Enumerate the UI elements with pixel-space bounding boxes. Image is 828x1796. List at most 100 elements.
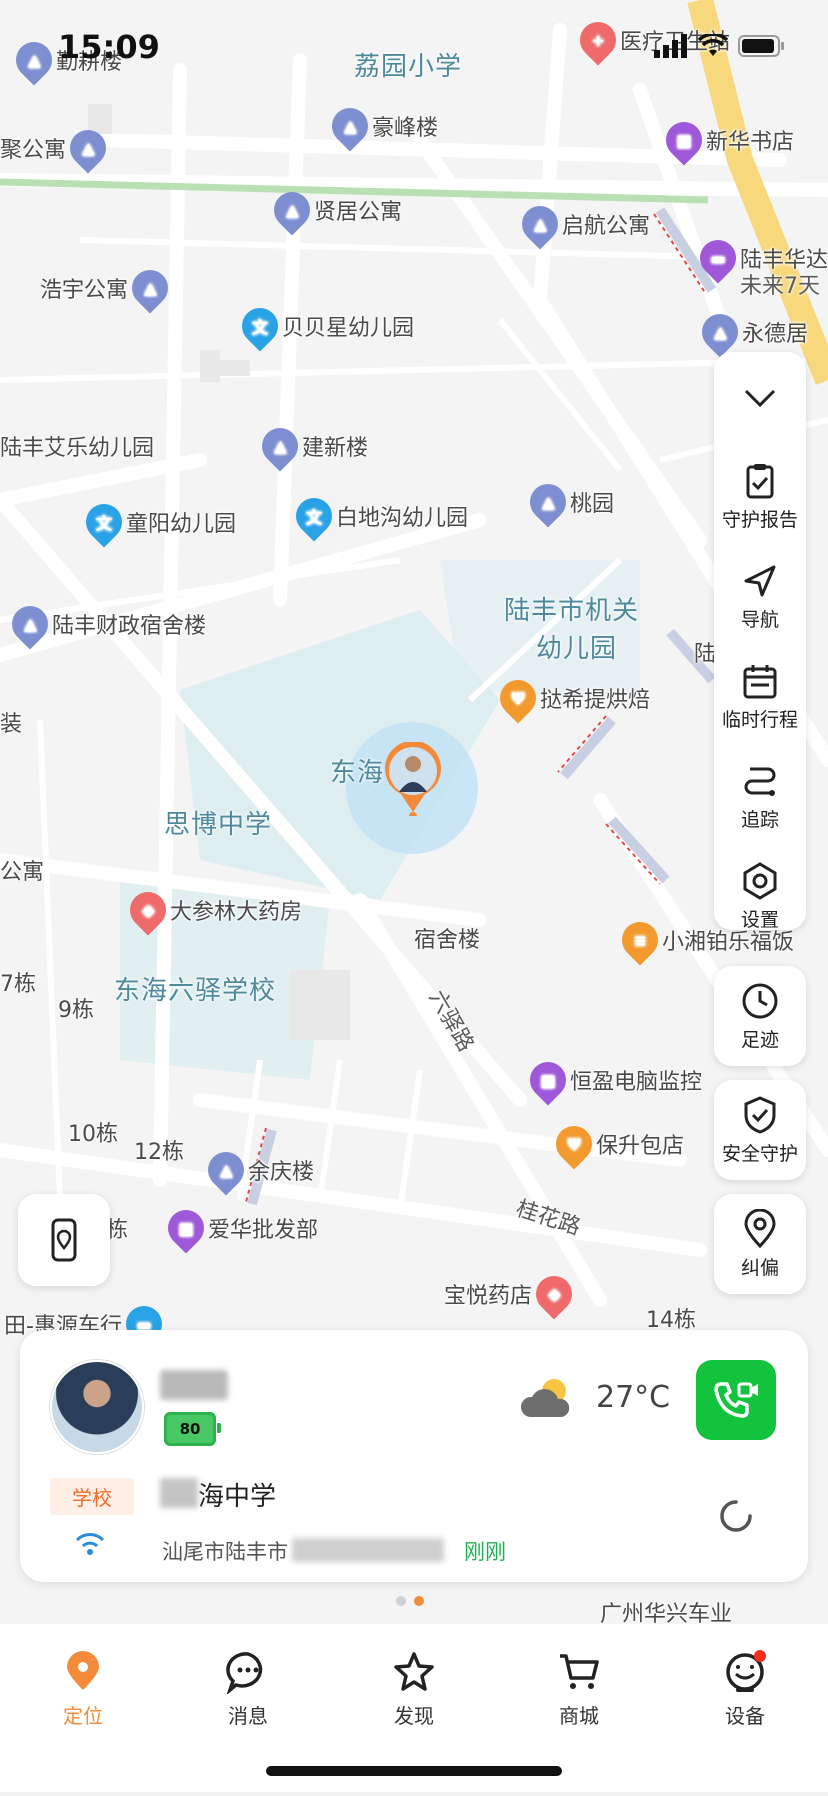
chevron-down-icon: [744, 389, 776, 408]
map-poi[interactable]: ▲ 豪峰楼: [324, 100, 438, 152]
map-poi[interactable]: ◆ 大参林大药房: [122, 884, 302, 936]
map-poi[interactable]: ▲ 贤居公寓: [266, 184, 402, 236]
battery-badge: 80: [164, 1412, 221, 1446]
device-info-card[interactable]: 80 27°C 学校 海中学 汕尾市陆丰市 刚刚: [20, 1330, 808, 1582]
device-location-marker[interactable]: [384, 740, 442, 820]
track-label: 追踪: [740, 808, 779, 831]
correct-location-button[interactable]: 纠偏: [714, 1194, 806, 1294]
map-poi[interactable]: 装: [0, 706, 22, 738]
tab-label: 商城: [559, 1704, 599, 1728]
map-poi[interactable]: 陆丰艾乐幼儿园: [0, 430, 154, 462]
temp-schedule-button[interactable]: 临时行程: [714, 646, 806, 746]
device-name-blurred: [160, 1370, 228, 1400]
map-poi[interactable]: 7栋: [0, 966, 36, 998]
settings-button[interactable]: 设置: [714, 846, 806, 946]
map-poi[interactable]: 文白地沟幼儿园: [288, 490, 468, 542]
tab-messages[interactable]: 消息: [193, 1650, 303, 1729]
settings-label: 设置: [740, 908, 779, 931]
map-poi[interactable]: 聚公寓 ▲: [0, 122, 114, 174]
route-icon: [744, 767, 776, 796]
area-label: 思博中学: [164, 810, 273, 840]
map-poi[interactable]: ▲ 启航公寓: [514, 198, 650, 250]
phone-location-icon: [51, 1218, 77, 1262]
area-label: 陆丰市机关: [504, 596, 640, 626]
map-poi[interactable]: 公寓: [0, 854, 44, 886]
map-poi[interactable]: 陆: [694, 636, 716, 668]
home-indicator: [266, 1766, 562, 1776]
tab-location[interactable]: 定位: [28, 1650, 138, 1729]
settings-hexagon-icon: [743, 861, 777, 900]
footprint-button[interactable]: 足迹: [714, 966, 806, 1066]
wifi-status-icon: [698, 34, 728, 56]
map-poi[interactable]: ▲ 永德居: [694, 306, 808, 358]
map-poi[interactable]: ▲ 陆丰财政宿舍楼: [4, 598, 206, 650]
map-poi[interactable]: 文贝贝星幼儿园: [234, 300, 414, 352]
device-icon: [726, 1650, 766, 1692]
avatar[interactable]: [50, 1360, 144, 1454]
report-button[interactable]: 守护报告: [714, 446, 806, 546]
tab-shop[interactable]: 商城: [524, 1650, 634, 1729]
locate-device-button[interactable]: [18, 1194, 110, 1286]
map-poi[interactable]: 宝悦药店 ◆: [444, 1268, 580, 1320]
status-time: 15:09: [58, 28, 160, 66]
update-time: 刚刚: [464, 1540, 506, 1564]
map-poi[interactable]: Ψ 挞希提烘焙: [492, 672, 650, 724]
area-label: 东海六驿学校: [114, 976, 277, 1006]
shield-check-icon: [744, 1095, 776, 1134]
map-poi[interactable]: 浩宇公寓 ▲: [40, 262, 176, 314]
map-poi[interactable]: 9栋: [58, 992, 94, 1024]
collapse-button[interactable]: [714, 352, 806, 446]
battery-status-icon: [738, 35, 784, 57]
address-text: 汕尾市陆丰市: [162, 1540, 288, 1564]
location-icon: [67, 1651, 99, 1690]
calendar-icon: [743, 664, 777, 698]
star-icon: [394, 1652, 434, 1691]
tab-label: 发现: [394, 1704, 434, 1728]
map-poi[interactable]: ▲ 桃园: [522, 476, 614, 528]
correct-label: 纠偏: [740, 1256, 779, 1279]
tab-label: 消息: [228, 1704, 268, 1728]
map-poi[interactable]: ▲ 余庆楼: [200, 1144, 314, 1196]
tab-discover[interactable]: 发现: [359, 1650, 469, 1729]
map-poi[interactable]: ■ 恒盈电脑监控: [522, 1054, 702, 1106]
map-poi[interactable]: ▲ 建新楼: [254, 420, 368, 472]
navigate-label: 导航: [740, 608, 779, 631]
safety-label: 安全守护: [721, 1142, 798, 1165]
navigate-button[interactable]: 导航: [714, 546, 806, 646]
temp-schedule-label: 临时行程: [721, 708, 798, 731]
video-call-button[interactable]: [696, 1360, 776, 1440]
page-dot: [396, 1596, 406, 1606]
page-indicator: [396, 1596, 424, 1606]
map-poi[interactable]: 10栋: [68, 1116, 118, 1148]
clipboard-check-icon: [746, 463, 774, 498]
phone-video-icon: [714, 1382, 758, 1418]
navigation-arrow-icon: [744, 565, 776, 596]
cart-icon: [560, 1654, 599, 1689]
track-button[interactable]: 追踪: [714, 746, 806, 846]
report-label: 守护报告: [721, 508, 798, 531]
map-poi[interactable]: ■ 新华书店: [658, 114, 794, 166]
area-label: 荔园小学: [354, 52, 463, 82]
map-poi[interactable]: 宿舍楼: [414, 922, 480, 954]
map-poi-label: 未来7天: [740, 274, 820, 299]
map-poi[interactable]: Ψ 保升包店: [548, 1118, 684, 1170]
map-poi[interactable]: ■ 爱华批发部: [160, 1202, 318, 1254]
map-poi[interactable]: 12栋: [134, 1134, 184, 1166]
map-poi[interactable]: 文童阳幼儿园: [78, 496, 236, 548]
area-label: 东海: [330, 758, 385, 788]
signal-icon: [654, 34, 687, 58]
tab-label: 设备: [725, 1704, 765, 1728]
tab-device[interactable]: 设备: [690, 1650, 800, 1729]
location-name-blurred: [160, 1478, 198, 1508]
location-type-tag: 学校: [50, 1478, 134, 1515]
status-icons: [654, 34, 786, 58]
footprint-label: 足迹: [740, 1028, 779, 1051]
page-dot-active: [414, 1596, 424, 1606]
map-pin-icon: [744, 1208, 776, 1248]
refresh-icon[interactable]: [716, 1496, 756, 1536]
safety-button[interactable]: 安全守护: [714, 1080, 806, 1180]
temperature: 27°C: [596, 1380, 671, 1415]
map-toolbar: 守护报告 导航 临时行程 追踪 设置: [714, 352, 806, 931]
partly-cloudy-icon: [520, 1379, 570, 1417]
wifi-icon: [75, 1533, 105, 1555]
